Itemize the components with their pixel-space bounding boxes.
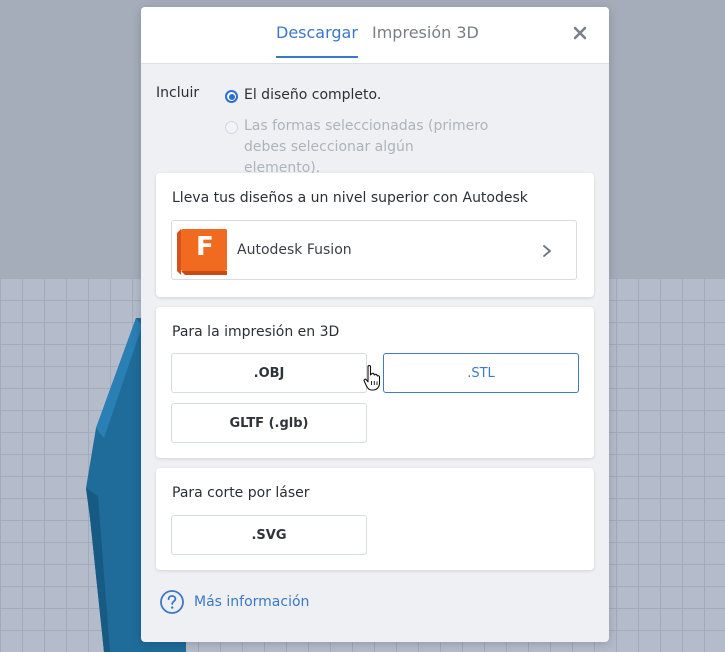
radio-whole-design-label: El diseño completo. <box>244 87 382 103</box>
modal-header: Descargar Impresión 3D <box>141 7 609 64</box>
autodesk-fusion-link[interactable]: F Autodesk Fusion <box>171 220 577 280</box>
stl-button[interactable]: .STL <box>383 353 579 393</box>
svg-button[interactable]: .SVG <box>171 515 367 555</box>
tab-impresion-3d[interactable]: Impresión 3D <box>372 23 479 56</box>
close-icon[interactable] <box>570 23 590 43</box>
more-info-label: Más información <box>194 594 310 610</box>
export-modal: Descargar Impresión 3D Incluir El diseño… <box>141 7 609 642</box>
radio-selected-shapes[interactable]: Las formas seleccionadas (primero debes … <box>225 118 494 179</box>
more-info-link[interactable]: Más información <box>159 589 309 615</box>
autodesk-card-title: Lleva tus diseños a un nivel superior co… <box>172 190 528 206</box>
help-circle-icon <box>160 590 184 614</box>
radio-whole-design[interactable]: El diseño completo. <box>225 87 382 106</box>
include-label: Incluir <box>156 85 200 101</box>
tab-descargar[interactable]: Descargar <box>276 23 358 58</box>
laser-card: Para corte por láser .SVG <box>156 468 594 570</box>
autodesk-fusion-label: Autodesk Fusion <box>237 242 352 258</box>
print3d-card-title: Para la impresión en 3D <box>172 324 340 340</box>
chevron-right-icon <box>543 245 551 257</box>
hand-pointer-cursor-icon <box>363 364 381 391</box>
obj-button[interactable]: .OBJ <box>171 353 367 393</box>
fusion-logo-letter: F <box>196 232 214 262</box>
radio-disabled-indicator[interactable] <box>225 121 238 134</box>
laser-card-title: Para corte por láser <box>172 485 310 501</box>
radio-selected-indicator[interactable] <box>225 90 238 103</box>
autodesk-card: Lleva tus diseños a un nivel superior co… <box>156 173 594 297</box>
radio-selected-shapes-label: Las formas seleccionadas (primero debes … <box>244 118 489 176</box>
gltf-button[interactable]: GLTF (.glb) <box>171 403 367 443</box>
